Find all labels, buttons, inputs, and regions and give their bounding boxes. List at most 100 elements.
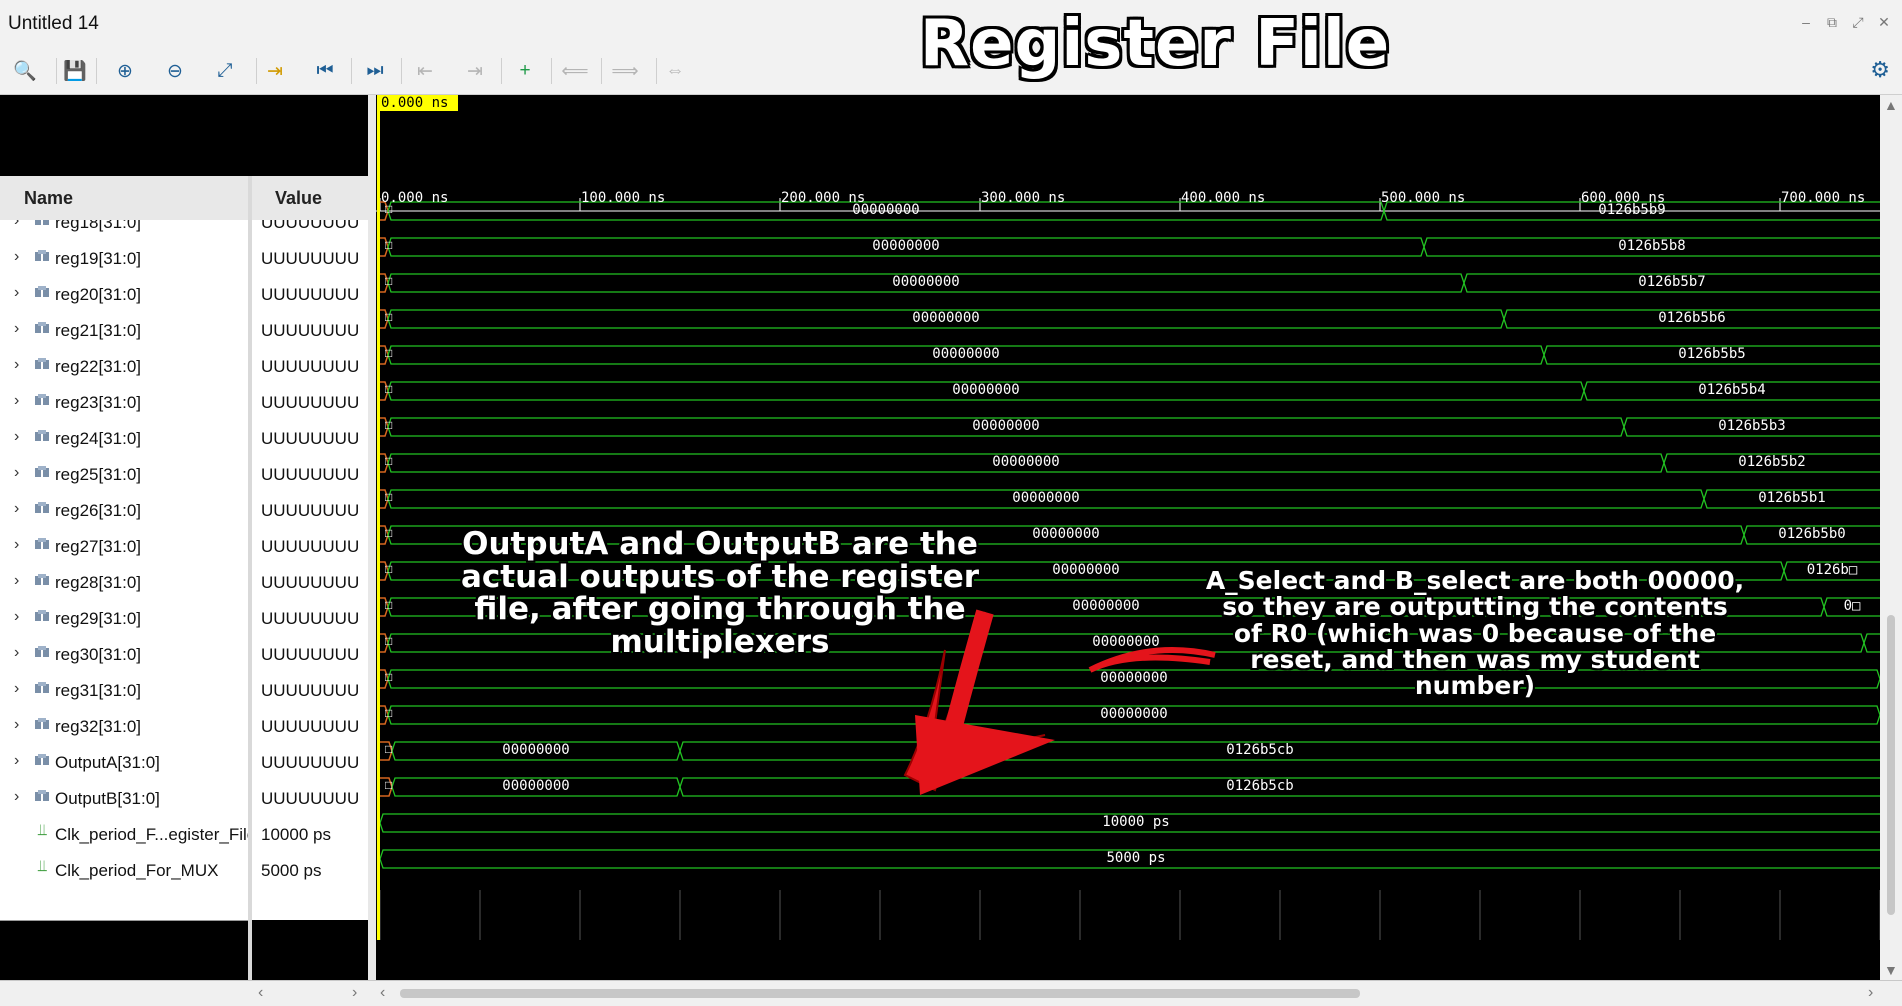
bus-value-label: 00000000 bbox=[892, 274, 960, 290]
signal-row[interactable]: › reg25[31:0] bbox=[0, 458, 248, 494]
ruler-tick-label: 100.000 ns bbox=[581, 190, 666, 206]
maximize-icon[interactable]: ⤢ bbox=[1850, 14, 1866, 31]
chevron-right-icon[interactable]: › bbox=[14, 356, 19, 374]
zoom-out-button[interactable]: ⊖ bbox=[160, 56, 190, 86]
next-transition-button[interactable]: ⇥ bbox=[460, 56, 490, 86]
minimize-icon[interactable]: – bbox=[1798, 14, 1814, 31]
chevron-right-icon[interactable]: › bbox=[14, 716, 19, 734]
toolbar-separator bbox=[501, 58, 502, 84]
bus-value-label: 0126b5b4 bbox=[1698, 382, 1766, 398]
chevron-right-icon[interactable]: › bbox=[14, 536, 19, 554]
save-button[interactable]: 💾 bbox=[60, 56, 90, 86]
chevron-right-icon[interactable]: › bbox=[14, 428, 19, 446]
signal-row[interactable]: › reg24[31:0] bbox=[0, 422, 248, 458]
swap-cursors-button[interactable]: ⇔ bbox=[660, 56, 690, 86]
chevron-right-icon[interactable]: › bbox=[14, 500, 19, 518]
bus-value-label: 00000000 bbox=[912, 310, 980, 326]
wave-scroll-left-icon[interactable]: ‹ bbox=[380, 984, 385, 1002]
go-to-start-button[interactable]: ⏮ bbox=[310, 56, 340, 86]
time-cursor[interactable] bbox=[377, 95, 380, 940]
scroll-up-icon[interactable]: ▲ bbox=[1884, 97, 1898, 113]
vertical-scroll-thumb[interactable] bbox=[1887, 615, 1895, 915]
chevron-right-icon[interactable]: › bbox=[14, 644, 19, 662]
bus-value-label: 00000000 bbox=[1052, 562, 1120, 578]
signal-value-cell: 5000 ps bbox=[252, 854, 368, 890]
signal-row[interactable]: › reg20[31:0] bbox=[0, 278, 248, 314]
name-column-header[interactable]: Name bbox=[0, 176, 248, 221]
signal-row[interactable]: › OutputA[31:0] bbox=[0, 746, 248, 782]
undefined-value-glyph: □ bbox=[385, 562, 393, 576]
previous-marker-button[interactable]: ⟸ bbox=[560, 56, 590, 86]
go-to-end-button[interactable]: ⏭ bbox=[360, 56, 390, 86]
signal-row[interactable]: › OutputB[31:0] bbox=[0, 782, 248, 818]
go-to-start-icon: ⏮ bbox=[316, 60, 334, 81]
signal-row[interactable]: › reg21[31:0] bbox=[0, 314, 248, 350]
bus-signal-icon bbox=[34, 574, 50, 587]
zoom-fit-button[interactable]: ⤢ bbox=[210, 56, 240, 86]
bus-value-label: 0126b5b8 bbox=[1618, 238, 1686, 254]
constant-value-label: 5000 ps bbox=[1106, 850, 1166, 866]
signal-name: reg23[31:0] bbox=[55, 393, 142, 412]
signal-row[interactable]: › reg32[31:0] bbox=[0, 710, 248, 746]
annotation-select: A_Select and B_select are both 00000, so… bbox=[1205, 566, 1745, 700]
bus-signal-icon bbox=[34, 430, 50, 443]
signal-row[interactable]: ⫫ Clk_period_For_MUX bbox=[0, 854, 248, 890]
signal-row[interactable]: › reg18[31:0] bbox=[0, 220, 248, 242]
vertical-scrollbar[interactable]: ▲ ▼ bbox=[1880, 95, 1902, 980]
scroll-down-icon[interactable]: ▼ bbox=[1884, 962, 1898, 978]
go-to-cursor-button[interactable]: ⇥ bbox=[260, 56, 290, 86]
search-button[interactable]: 🔍 bbox=[10, 56, 40, 86]
zoom-in-button[interactable]: ⊕ bbox=[110, 56, 140, 86]
signal-row[interactable]: ⫫ Clk_period_F...egister_File bbox=[0, 818, 248, 854]
signal-value: UUUUUUUU bbox=[261, 393, 360, 412]
bus-signal-icon bbox=[34, 286, 50, 299]
horizontal-scrollbar[interactable]: ‹ › ‹ › bbox=[0, 980, 1902, 1006]
signal-value: UUUUUUUU bbox=[261, 717, 360, 736]
next-marker-button[interactable]: ⟹ bbox=[610, 56, 640, 86]
bus-signal-icon bbox=[34, 538, 50, 551]
signal-row[interactable]: › reg28[31:0] bbox=[0, 566, 248, 602]
gear-icon[interactable]: ⚙ bbox=[1870, 57, 1890, 83]
restore-icon[interactable]: ⧉ bbox=[1824, 14, 1840, 31]
scroll-left-icon[interactable]: ‹ bbox=[258, 984, 263, 1002]
previous-transition-button[interactable]: ⇤ bbox=[410, 56, 440, 86]
close-icon[interactable]: ✕ bbox=[1876, 14, 1892, 31]
value-column-header[interactable]: Value bbox=[252, 176, 368, 221]
chevron-right-icon[interactable]: › bbox=[14, 392, 19, 410]
bus-value-label: 0126b5b1 bbox=[1758, 490, 1826, 506]
chevron-right-icon[interactable]: › bbox=[14, 572, 19, 590]
bus-value-label: 00000000 bbox=[502, 778, 570, 794]
signal-row[interactable]: › reg23[31:0] bbox=[0, 386, 248, 422]
chevron-right-icon[interactable]: › bbox=[14, 248, 19, 266]
chevron-right-icon[interactable]: › bbox=[14, 320, 19, 338]
chevron-right-icon[interactable]: › bbox=[14, 284, 19, 302]
signal-row[interactable]: › reg26[31:0] bbox=[0, 494, 248, 530]
signal-value: UUUUUUUU bbox=[261, 753, 360, 772]
chevron-right-icon[interactable]: › bbox=[14, 752, 19, 770]
signal-value-cell: UUUUUUUU bbox=[252, 220, 368, 242]
chevron-right-icon[interactable]: › bbox=[14, 608, 19, 626]
add-marker-button[interactable]: + bbox=[510, 56, 540, 86]
chevron-right-icon[interactable]: › bbox=[14, 680, 19, 698]
undefined-value-glyph: □ bbox=[385, 274, 393, 288]
signal-row[interactable]: › reg29[31:0] bbox=[0, 602, 248, 638]
chevron-right-icon[interactable]: › bbox=[14, 464, 19, 482]
chevron-right-icon[interactable]: › bbox=[14, 788, 19, 806]
bus-value-label: 00000000 bbox=[872, 238, 940, 254]
signal-row[interactable]: › reg27[31:0] bbox=[0, 530, 248, 566]
signal-row[interactable]: › reg22[31:0] bbox=[0, 350, 248, 386]
undefined-value-glyph: □ bbox=[385, 310, 393, 324]
scroll-right-icon[interactable]: › bbox=[352, 984, 357, 1002]
bus-signal-icon bbox=[34, 322, 50, 335]
signal-value-cell: UUUUUUUU bbox=[252, 746, 368, 782]
horizontal-scroll-thumb[interactable] bbox=[400, 989, 1360, 998]
wave-scroll-right-icon[interactable]: › bbox=[1868, 984, 1873, 1002]
bus-value-label: 00000000 bbox=[992, 454, 1060, 470]
chevron-right-icon[interactable]: › bbox=[14, 220, 19, 230]
panel-splitter[interactable] bbox=[368, 95, 376, 995]
signal-row[interactable]: › reg30[31:0] bbox=[0, 638, 248, 674]
bus-signal-icon bbox=[34, 718, 50, 731]
ruler-tick-label: 400.000 ns bbox=[1181, 190, 1266, 206]
signal-row[interactable]: › reg19[31:0] bbox=[0, 242, 248, 278]
signal-row[interactable]: › reg31[31:0] bbox=[0, 674, 248, 710]
